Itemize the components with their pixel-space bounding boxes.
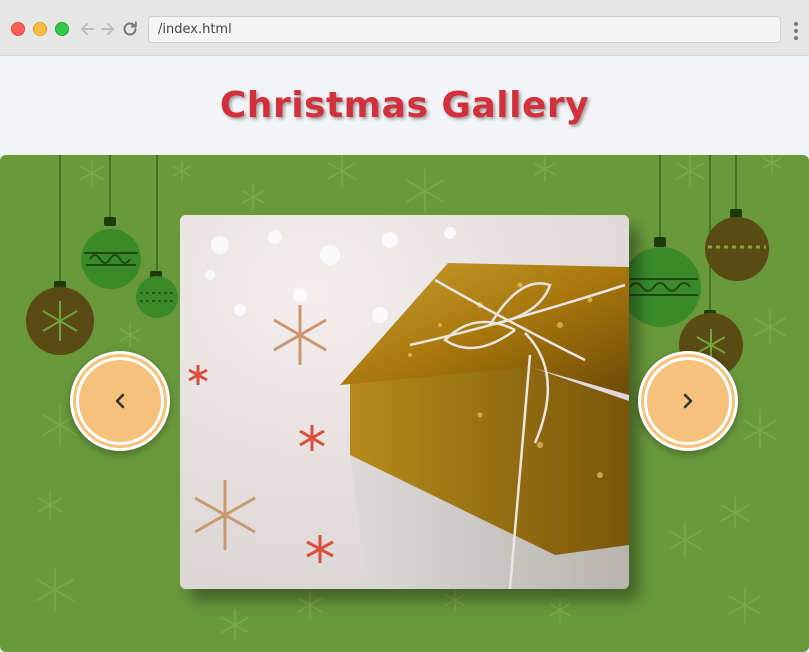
page-title: Christmas Gallery — [219, 85, 590, 126]
gallery-stage — [0, 155, 809, 652]
maximize-window-button[interactable] — [55, 22, 69, 36]
chevron-right-icon — [683, 393, 693, 409]
chevron-left-icon — [115, 393, 125, 409]
arrow-left-icon — [80, 23, 94, 35]
address-bar[interactable]: /index.html — [148, 16, 781, 43]
left-ornaments — [26, 155, 178, 355]
menu-dot-icon — [794, 29, 798, 33]
gallery-slide — [180, 215, 629, 589]
browser-menu-button[interactable] — [789, 20, 803, 40]
right-ornaments — [621, 155, 769, 377]
minimize-window-button[interactable] — [33, 22, 47, 36]
browser-window: /index.html Christmas Gallery — [0, 0, 809, 652]
menu-dot-icon — [794, 22, 798, 26]
page-content: Christmas Gallery — [0, 57, 809, 652]
browser-toolbar: /index.html — [0, 0, 809, 56]
back-button[interactable] — [77, 18, 97, 40]
arrow-right-icon — [101, 23, 115, 35]
gift-box-photo — [180, 215, 629, 589]
previous-button-ring — [76, 357, 164, 445]
next-button-ring — [644, 357, 732, 445]
forward-button[interactable] — [98, 18, 118, 40]
next-slide-button[interactable] — [638, 351, 738, 451]
reload-button[interactable] — [120, 18, 140, 40]
close-window-button[interactable] — [11, 22, 25, 36]
menu-dot-icon — [794, 36, 798, 40]
address-bar-url: /index.html — [158, 22, 232, 37]
reload-icon — [123, 21, 137, 36]
previous-slide-button[interactable] — [70, 351, 170, 451]
